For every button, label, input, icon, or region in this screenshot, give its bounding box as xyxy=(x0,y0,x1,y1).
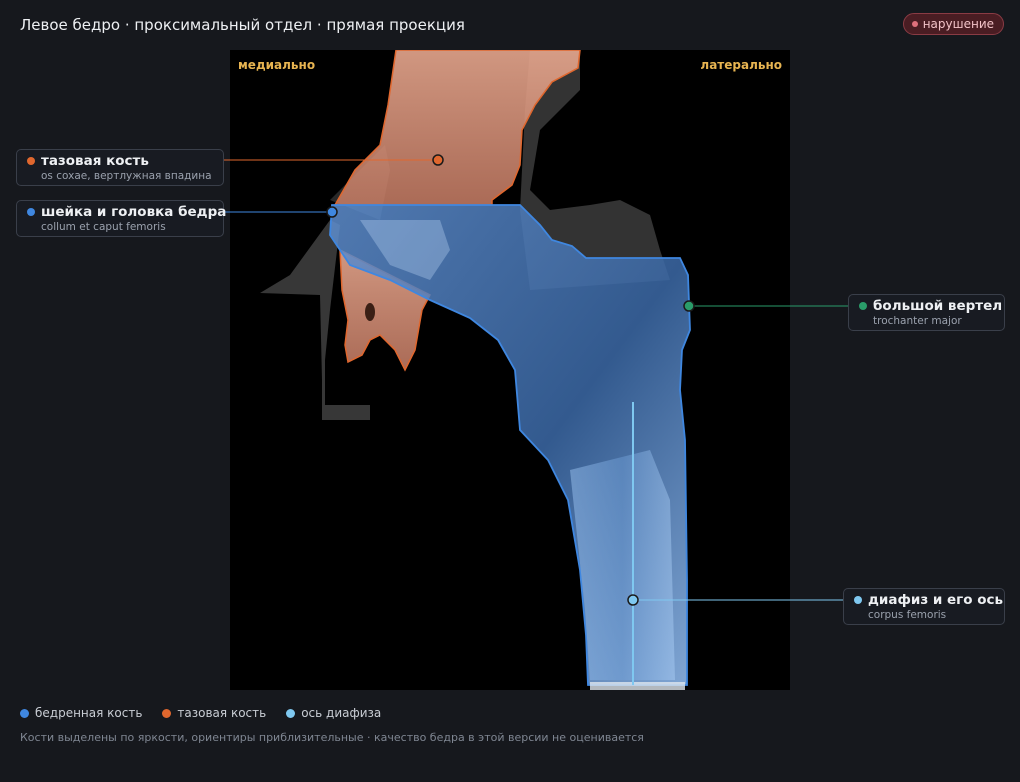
legend-item-femur[interactable]: бедренная кость xyxy=(20,706,142,720)
legend-item-label: ось диафиза xyxy=(301,706,382,720)
callout-shaft-label: диафиз и его ось xyxy=(868,592,1004,608)
obturator-foramen xyxy=(365,303,375,321)
axis-legend-icon xyxy=(286,708,296,718)
pelvis-legend-icon xyxy=(162,708,172,718)
callout-pelvis-sublabel: os coxae, вертлужная впадина xyxy=(41,170,212,182)
trochanter-color-icon xyxy=(859,302,867,310)
page-title: Левое бедро · проксимальный отдел · прям… xyxy=(20,16,465,34)
callout-trochanter-label: большой вертел xyxy=(873,298,1003,314)
neck-color-icon xyxy=(27,208,35,216)
legend-item-pelvis[interactable]: тазовая кость xyxy=(162,706,266,720)
orientation-lateral: латерально xyxy=(700,58,782,72)
footnote: Кости выделены по яркости, ориентиры при… xyxy=(20,731,644,744)
legend-item-axis[interactable]: ось диафиза xyxy=(286,706,381,720)
callout-trochanter-sublabel: trochanter major xyxy=(873,315,962,327)
shaft-color-icon xyxy=(854,596,862,604)
status-badge-label: нарушение xyxy=(922,17,994,31)
xray-canvas xyxy=(260,50,691,690)
pelvis-segment xyxy=(333,50,581,206)
callout-trochanter[interactable]: большой вертел trochanter major xyxy=(848,294,1005,331)
legend-item-label: бедренная кость xyxy=(35,706,143,720)
callout-neck-sublabel: collum et caput femoris xyxy=(41,221,166,233)
orientation-medial: медиально xyxy=(238,58,316,72)
legend: бедренная кость тазовая кость ось диафиз… xyxy=(20,706,381,720)
status-badge: нарушение xyxy=(902,13,1004,35)
bone-end-highlight xyxy=(590,682,685,690)
xray-image[interactable]: медиально латерально xyxy=(230,50,790,690)
callout-pelvis-label: тазовая кость xyxy=(41,153,149,169)
callout-shaft-sublabel: corpus femoris xyxy=(868,609,947,621)
callout-shaft[interactable]: диафиз и его ось corpus femoris xyxy=(843,588,1005,625)
callout-neck-label: шейка и головка бедра xyxy=(41,204,227,220)
legend-item-label: тазовая кость xyxy=(177,706,267,720)
callout-neck[interactable]: шейка и головка бедра collum et caput fe… xyxy=(16,200,227,237)
status-dot-icon xyxy=(911,21,918,27)
femur-legend-icon xyxy=(20,708,29,718)
callout-pelvis[interactable]: тазовая кость os coxae, вертлужная впади… xyxy=(16,149,224,186)
pelvis-color-icon xyxy=(27,157,35,165)
